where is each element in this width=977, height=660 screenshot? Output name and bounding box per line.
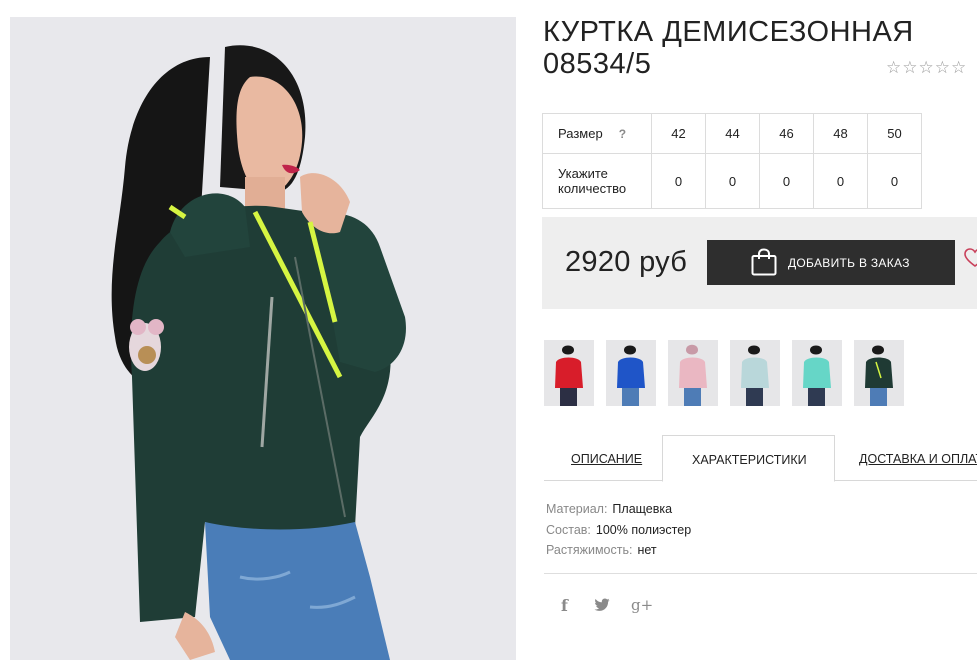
thumbnail-image — [617, 345, 645, 406]
twitter-icon[interactable] — [594, 598, 610, 612]
spec-key: Растяжимость: — [546, 543, 633, 557]
add-to-order-label: ДОБАВИТЬ В ЗАКАЗ — [788, 256, 910, 270]
thumbnail-image — [741, 345, 769, 406]
size-quantity-table: Размер? 42 44 46 48 50 Укажите количеств… — [542, 113, 922, 209]
tab-description[interactable]: ОПИСАНИЕ — [544, 435, 662, 481]
spec-row: Растяжимость: нет — [546, 540, 691, 561]
size-help-icon[interactable]: ? — [619, 127, 626, 141]
thumbnail-light-mint[interactable] — [730, 340, 780, 406]
buy-panel: 2920 руб ДОБАВИТЬ В ЗАКАЗ — [542, 217, 977, 309]
size-row-label: Размер? — [542, 113, 652, 154]
size-cell: 48 — [813, 113, 868, 154]
add-to-order-button[interactable]: ДОБАВИТЬ В ЗАКАЗ — [707, 240, 955, 285]
product-photo-illustration — [10, 17, 516, 660]
star-icon[interactable]: ☆ — [902, 58, 918, 78]
spec-value: Плащевка — [612, 502, 673, 516]
star-icon[interactable]: ☆ — [886, 58, 902, 78]
thumb-jacket — [555, 357, 583, 388]
size-cell: 42 — [651, 113, 706, 154]
tab-characteristics[interactable]: ХАРАКТЕРИСТИКИ — [662, 435, 835, 482]
thumbnail-image — [679, 344, 707, 406]
product-price: 2920 руб — [565, 246, 688, 278]
characteristics-list: Материал: Плащевка Состав: 100% полиэстер … — [546, 499, 691, 561]
rating-stars[interactable]: ☆☆☆☆☆ — [886, 58, 967, 78]
thumbnail-turquoise[interactable] — [792, 340, 842, 406]
quantity-input[interactable]: 0 — [705, 153, 760, 209]
product-tabs: ОПИСАНИЕ ХАРАКТЕРИСТИКИ ДОСТАВКА И ОПЛАТ… — [544, 435, 977, 482]
spec-key: Состав: — [546, 522, 591, 537]
tab-delivery-payment[interactable]: ДОСТАВКА И ОПЛАТА — [835, 435, 977, 481]
thumbnail-dark-green[interactable] — [854, 340, 904, 406]
spec-value: нет — [637, 543, 657, 557]
size-cell: 50 — [867, 113, 922, 154]
tab-characteristics-label: ХАРАКТЕРИСТИКИ — [692, 453, 807, 467]
size-cell: 46 — [759, 113, 814, 154]
product-main-image[interactable] — [10, 17, 516, 660]
size-cell: 44 — [705, 113, 760, 154]
size-label: Размер — [558, 126, 603, 141]
thumbnail-blue[interactable] — [606, 340, 656, 406]
quantity-input[interactable]: 0 — [651, 153, 706, 209]
tab-description-label: ОПИСАНИЕ — [571, 452, 643, 466]
spec-row: Материал: Плащевка — [546, 499, 691, 520]
spec-value: 100% полиэстер — [595, 522, 692, 537]
star-icon[interactable]: ☆ — [919, 58, 935, 78]
google-plus-icon[interactable]: g+ — [631, 596, 653, 614]
tab-delivery-payment-label: ДОСТАВКА И ОПЛАТА — [859, 452, 977, 466]
section-divider — [544, 573, 977, 574]
thumbnail-image — [865, 345, 893, 406]
star-icon[interactable]: ☆ — [935, 58, 951, 78]
product-title: КУРТКА ДЕМИСЕЗОННАЯ 08534/5 — [543, 16, 914, 80]
spec-key: Материал: — [546, 502, 608, 516]
shopping-bag-icon — [751, 248, 777, 276]
spec-row: Состав: 100% полиэстер — [546, 520, 691, 541]
star-icon[interactable]: ☆ — [951, 58, 967, 78]
thumbnail-red[interactable] — [544, 340, 594, 406]
thumbnail-image — [803, 345, 831, 406]
quantity-input[interactable]: 0 — [813, 153, 868, 209]
quantity-input[interactable]: 0 — [867, 153, 922, 209]
quantity-input[interactable]: 0 — [759, 153, 814, 209]
quantity-row-label: Укажите количество — [542, 153, 652, 209]
thumbnail-pink[interactable] — [668, 340, 718, 406]
heart-icon[interactable] — [964, 247, 977, 269]
facebook-icon[interactable]: f — [561, 596, 568, 615]
thumbnail-image — [555, 345, 583, 406]
